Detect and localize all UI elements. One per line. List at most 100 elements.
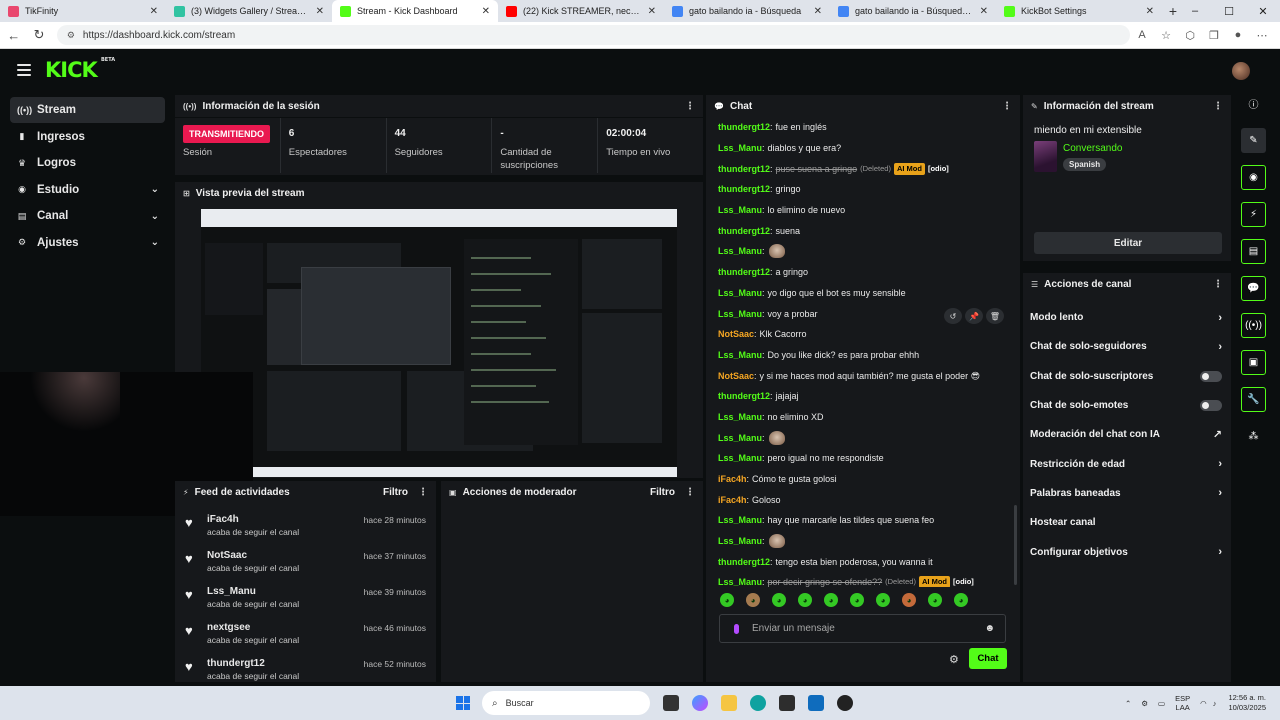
broadcast-icon[interactable]: ((•)) bbox=[1241, 313, 1266, 338]
more-options-icon[interactable]: ⋮ bbox=[1213, 279, 1223, 290]
menu-icon[interactable]: ⋯ bbox=[1250, 29, 1274, 42]
channel-action-item[interactable]: Moderación del chat con IA ↗ bbox=[1023, 420, 1231, 449]
network-icon[interactable]: ⚙ bbox=[1141, 699, 1148, 708]
chat-send-button[interactable]: Chat bbox=[969, 648, 1007, 669]
chat-message-input[interactable] bbox=[752, 623, 985, 634]
chat-username[interactable]: thundergt12 bbox=[718, 556, 770, 568]
chevron-down-icon[interactable]: ⌄ bbox=[151, 237, 159, 248]
chat-username[interactable]: Lss_Manu bbox=[718, 514, 762, 526]
chat-settings-icon[interactable]: ⚙ bbox=[949, 653, 959, 666]
chat-username[interactable]: Lss_Manu bbox=[718, 142, 762, 154]
chat-username[interactable]: thundergt12 bbox=[718, 266, 770, 278]
sidebar-item-estudio[interactable]: ◉ Estudio ⌄ bbox=[10, 177, 165, 203]
close-tab-icon[interactable]: ✕ bbox=[1146, 6, 1154, 17]
emote-icon[interactable]: ◕ bbox=[850, 593, 864, 607]
close-tab-icon[interactable]: ✕ bbox=[648, 6, 656, 17]
chat-username[interactable]: thundergt12 bbox=[718, 183, 770, 195]
emote-icon[interactable]: ◕ bbox=[824, 593, 838, 607]
chevron-right-icon[interactable]: › bbox=[1218, 487, 1222, 499]
app-icon[interactable] bbox=[837, 695, 853, 711]
chat-message[interactable]: Lss_Manu: bbox=[718, 427, 1021, 448]
lightning-icon[interactable]: ⚡ bbox=[1241, 202, 1266, 227]
minimize-icon[interactable]: – bbox=[1178, 0, 1212, 22]
copilot-icon[interactable] bbox=[692, 695, 708, 711]
pencil-icon[interactable]: ✎ bbox=[1241, 128, 1266, 153]
close-tab-icon[interactable]: ✕ bbox=[316, 6, 324, 17]
chevron-right-icon[interactable]: › bbox=[1218, 458, 1222, 470]
maximize-icon[interactable]: ☐ bbox=[1212, 0, 1246, 22]
browser-tab[interactable]: (3) Widgets Gallery / Streamlabs ✕ bbox=[166, 0, 332, 22]
chat-username[interactable]: Lss_Manu bbox=[718, 349, 762, 361]
battery-icon[interactable]: ▭ bbox=[1158, 699, 1165, 708]
edit-stream-button[interactable]: Editar bbox=[1034, 232, 1222, 254]
pin-icon[interactable]: 📌 bbox=[965, 308, 983, 324]
browser-tab[interactable]: gato bailando ia - Búsqueda ✕ bbox=[664, 0, 830, 22]
close-tab-icon[interactable]: ✕ bbox=[980, 6, 988, 17]
browser-tab[interactable]: Stream - Kick Dashboard ✕ bbox=[332, 0, 498, 22]
channel-action-item[interactable]: Restricción de edad › bbox=[1023, 449, 1231, 478]
chat-message[interactable]: Lss_Manu: Do you like dick? es para proba… bbox=[718, 345, 1021, 366]
emote-icon[interactable]: ◕ bbox=[720, 593, 734, 607]
feed-user-name[interactable]: nextgsee bbox=[207, 622, 299, 633]
outlook-icon[interactable] bbox=[808, 695, 824, 711]
channel-action-item[interactable]: Hostear canal bbox=[1023, 508, 1231, 537]
chat-username[interactable]: Lss_Manu bbox=[718, 204, 762, 216]
task-view-icon[interactable] bbox=[663, 695, 679, 711]
chat-username[interactable]: iFac4h bbox=[718, 473, 747, 485]
back-icon[interactable]: ← bbox=[2, 23, 25, 47]
apps-icon[interactable]: ⁂ bbox=[1241, 424, 1266, 449]
chat-username[interactable]: thundergt12 bbox=[718, 163, 770, 175]
sidebar-item-ingresos[interactable]: ▮ Ingresos bbox=[10, 124, 165, 150]
more-options-icon[interactable]: ⋮ bbox=[1213, 101, 1223, 112]
file-explorer-icon[interactable] bbox=[721, 695, 737, 711]
mod-filter-button[interactable]: Filtro bbox=[650, 487, 675, 498]
channel-action-item[interactable]: Configurar objetivos › bbox=[1023, 537, 1231, 566]
chat-message-list[interactable]: thundergt12: fue en inglés Lss_Manu: diablo… bbox=[706, 117, 1021, 587]
browser-tab[interactable]: KickBot Settings ✕ bbox=[996, 0, 1162, 22]
chat-username[interactable]: iFac4h bbox=[718, 494, 747, 506]
chevron-down-icon[interactable]: ⌄ bbox=[151, 211, 159, 222]
wrench-icon[interactable]: 🔧 bbox=[1241, 387, 1266, 412]
close-tab-icon[interactable]: ✕ bbox=[482, 6, 490, 17]
emote-icon[interactable]: ◕ bbox=[876, 593, 890, 607]
chat-username[interactable]: thundergt12 bbox=[718, 121, 770, 133]
channel-action-item[interactable]: Palabras baneadas › bbox=[1023, 479, 1231, 508]
reload-icon[interactable]: ↻ bbox=[27, 23, 50, 47]
chat-message[interactable]: NotSaac: Klk Cacorro bbox=[718, 324, 1021, 345]
chat-message[interactable]: Lss_Manu: yo digo que el bot es muy sensi… bbox=[718, 283, 1021, 304]
chat-message[interactable]: thundergt12: jajajaj bbox=[718, 386, 1021, 407]
feed-user-name[interactable]: iFac4h bbox=[207, 514, 299, 525]
timeout-icon[interactable]: ↺ bbox=[944, 308, 962, 324]
chat-input-box[interactable]: ☻ bbox=[719, 614, 1006, 643]
emote-icon[interactable]: ◕ bbox=[746, 593, 760, 607]
chat-username[interactable]: Lss_Manu bbox=[718, 245, 762, 257]
channel-action-item[interactable]: Chat de solo-seguidores › bbox=[1023, 332, 1231, 361]
collections-icon[interactable]: ❐ bbox=[1202, 29, 1226, 42]
profile-icon[interactable]: ● bbox=[1226, 29, 1250, 42]
user-avatar[interactable] bbox=[1232, 62, 1250, 80]
external-chart-icon[interactable]: ↗ bbox=[1213, 428, 1222, 441]
more-options-icon[interactable]: ⋮ bbox=[685, 487, 695, 498]
browser-tab[interactable]: gato bailando ia - Búsqueda Imá ✕ bbox=[830, 0, 996, 22]
feed-user-name[interactable]: Lss_Manu bbox=[207, 586, 299, 597]
browser-tab[interactable]: (22) Kick STREAMER, necesitas Ki ✕ bbox=[498, 0, 664, 22]
chat-message[interactable]: Lss_Manu: diablos y que era? bbox=[718, 138, 1021, 159]
chat-message[interactable]: Lss_Manu: hay que marcarle las tildes que… bbox=[718, 510, 1021, 531]
chat-message[interactable]: thundergt12: suena bbox=[718, 220, 1021, 241]
chat-message[interactable]: Lss_Manu: lo elimino de nuevo bbox=[718, 200, 1021, 221]
emote-icon[interactable]: ◕ bbox=[928, 593, 942, 607]
chat-username[interactable]: thundergt12 bbox=[718, 225, 770, 237]
chat-message[interactable]: iFac4h: Goloso bbox=[718, 489, 1021, 510]
category-name[interactable]: Conversando bbox=[1063, 143, 1122, 154]
feed-user-name[interactable]: NotSaac bbox=[207, 550, 299, 561]
camera-icon[interactable]: ◉ bbox=[1241, 165, 1266, 190]
close-tab-icon[interactable]: ✕ bbox=[814, 6, 822, 17]
sidebar-item-logros[interactable]: ♛ Logros bbox=[10, 150, 165, 176]
chat-message[interactable]: thundergt12: gringo bbox=[718, 179, 1021, 200]
chat-username[interactable]: Lss_Manu bbox=[718, 432, 762, 444]
chat-username[interactable]: NotSaac bbox=[718, 328, 754, 340]
toggle-switch[interactable] bbox=[1200, 400, 1222, 412]
chat-message[interactable]: Lss_Manu: por decir gringo se ofende?? (De… bbox=[718, 572, 1021, 587]
chat-username[interactable]: NotSaac bbox=[718, 370, 754, 382]
chevron-down-icon[interactable]: ⌄ bbox=[151, 184, 159, 195]
